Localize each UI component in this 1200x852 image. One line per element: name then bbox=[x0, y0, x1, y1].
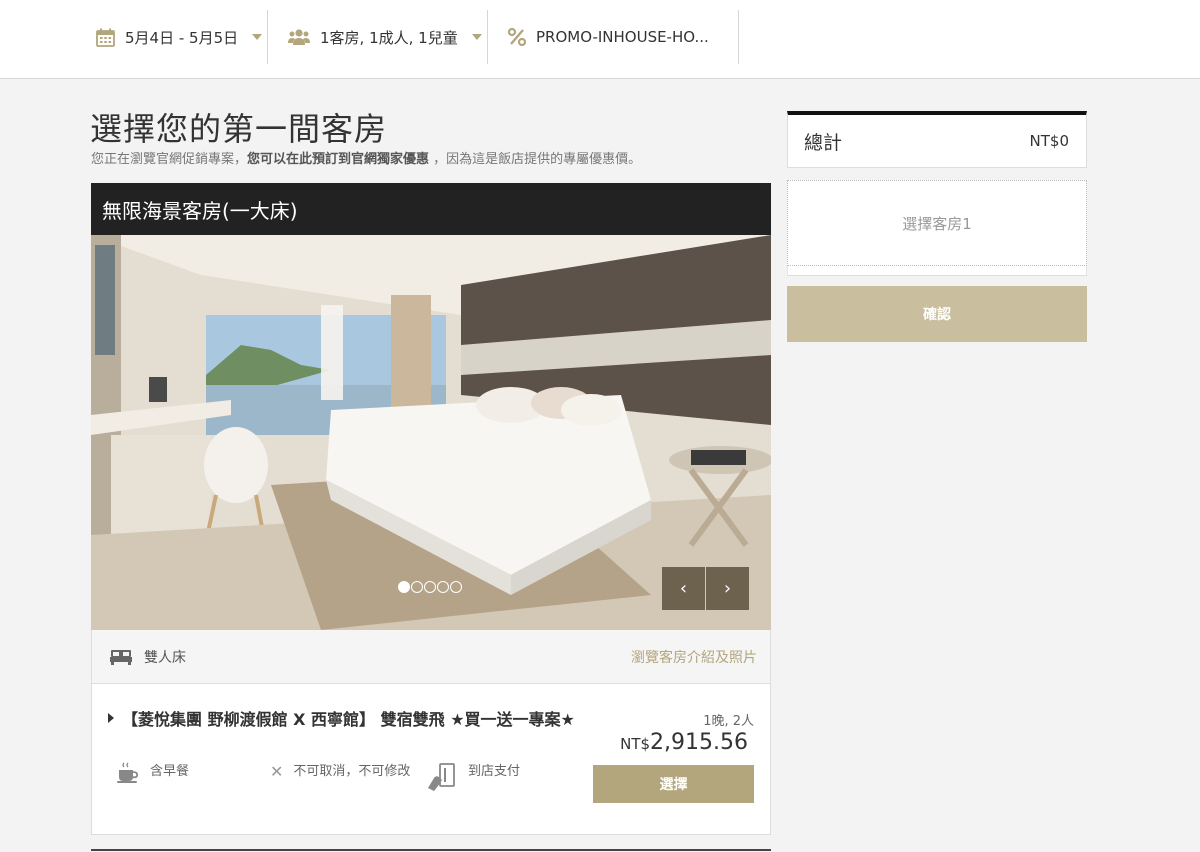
booking-summary: 總計 NT$0 選擇客房1 確認 bbox=[787, 111, 1087, 342]
carousel-dot-1[interactable] bbox=[398, 581, 410, 593]
chevron-down-icon bbox=[252, 34, 263, 40]
date-range-selector[interactable]: 5月4日 - 5月5日 bbox=[96, 10, 263, 64]
total-value: NT$0 bbox=[1029, 132, 1069, 150]
carousel-dot-4[interactable] bbox=[437, 581, 449, 593]
feature-breakfast: 含早餐 bbox=[116, 762, 189, 784]
room-name: 無限海景客房(一大床) bbox=[91, 183, 771, 235]
calendar-icon bbox=[96, 28, 115, 47]
divider bbox=[267, 10, 268, 64]
users-icon bbox=[288, 28, 310, 47]
room-photo[interactable]: ‹ › bbox=[91, 235, 771, 630]
coffee-cup-icon bbox=[116, 762, 140, 784]
guests-text: 1客房, 1成人, 1兒童 bbox=[320, 28, 458, 47]
chevron-down-icon bbox=[471, 34, 482, 40]
pay-at-hotel-icon bbox=[426, 762, 458, 792]
promo-code-field[interactable]: PROMO-INHOUSE-HO... bbox=[508, 10, 709, 64]
bed-type-label: 雙人床 bbox=[144, 649, 186, 666]
rate-plan-title: 【菱悅集團 野柳渡假館 X 西寧館】 雙宿雙飛 ★買一送一專案★ bbox=[122, 710, 575, 729]
carousel-next-button[interactable]: › bbox=[706, 567, 749, 610]
rate-plan-toggle[interactable]: 【菱悅集團 野柳渡假館 X 西寧館】 雙宿雙飛 ★買一送一專案★ bbox=[108, 708, 578, 732]
feature-cancellation-label: 不可取消，不可修改 bbox=[293, 764, 411, 779]
bed-icon bbox=[110, 649, 132, 665]
carousel-indicators bbox=[398, 581, 462, 593]
chevron-right-icon: › bbox=[723, 578, 732, 599]
next-room-card-edge bbox=[91, 849, 771, 851]
rate-price: NT$2,915.56 bbox=[620, 730, 748, 755]
guests-selector[interactable]: 1客房, 1成人, 1兒童 bbox=[288, 10, 482, 64]
subtitle-highlight: 您可以在此預訂到官網獨家優惠 bbox=[247, 152, 430, 167]
room-info-bar: 雙人床 瀏覽客房介紹及照片 bbox=[91, 630, 771, 684]
page-title: 選擇您的第一間客房 bbox=[90, 110, 388, 148]
chevron-left-icon: ‹ bbox=[679, 578, 688, 599]
feature-breakfast-label: 含早餐 bbox=[150, 764, 190, 779]
page-subtitle: 您正在瀏覽官網促銷專案，您可以在此預訂到官網獨家優惠 ，因為這是飯店提供的專屬優… bbox=[91, 148, 641, 167]
feature-payment-label: 到店支付 bbox=[468, 764, 521, 779]
carousel-dot-2[interactable] bbox=[411, 581, 423, 593]
carousel-dot-3[interactable] bbox=[424, 581, 436, 593]
summary-total: 總計 NT$0 bbox=[787, 111, 1087, 168]
stay-info: 1晚, 2人 bbox=[703, 714, 754, 729]
feature-payment: 到店支付 bbox=[426, 762, 520, 792]
rate-plan: 【菱悅集團 野柳渡假館 X 西寧館】 雙宿雙飛 ★買一送一專案★ 1晚, 2人 … bbox=[91, 684, 771, 835]
confirm-button[interactable]: 確認 bbox=[787, 286, 1087, 342]
percent-icon bbox=[508, 28, 526, 46]
price-currency: NT$ bbox=[620, 735, 651, 753]
room-slot-placeholder[interactable]: 選擇客房1 bbox=[787, 180, 1087, 266]
room-card: 無限海景客房(一大床) ‹ › 雙人床 瀏覽客房介紹及照片 【菱悅集團 野柳渡假… bbox=[91, 183, 771, 835]
date-range-text: 5月4日 - 5月5日 bbox=[125, 28, 239, 47]
summary-divider bbox=[787, 266, 1087, 276]
caret-right-icon bbox=[108, 713, 114, 723]
subtitle-prefix: 您正在瀏覽官網促銷專案， bbox=[91, 152, 248, 167]
feature-cancellation: ✕ 不可取消，不可修改 bbox=[270, 762, 420, 782]
carousel-dot-5[interactable] bbox=[450, 581, 462, 593]
divider bbox=[487, 10, 488, 64]
booking-search-bar: 5月4日 - 5月5日 1客房, 1成人, 1兒童 PROMO-INHOUSE-… bbox=[0, 0, 1200, 79]
price-amount: 2,915.56 bbox=[650, 730, 748, 755]
promo-code-text: PROMO-INHOUSE-HO... bbox=[536, 28, 709, 46]
total-label: 總計 bbox=[804, 131, 843, 154]
carousel-prev-button[interactable]: ‹ bbox=[662, 567, 705, 610]
room-details-link[interactable]: 瀏覽客房介紹及照片 bbox=[631, 647, 757, 667]
divider bbox=[738, 10, 739, 64]
close-icon: ✕ bbox=[270, 762, 284, 781]
subtitle-suffix: ，因為這是飯店提供的專屬優惠價。 bbox=[429, 152, 642, 167]
select-room-button[interactable]: 選擇 bbox=[593, 765, 754, 803]
